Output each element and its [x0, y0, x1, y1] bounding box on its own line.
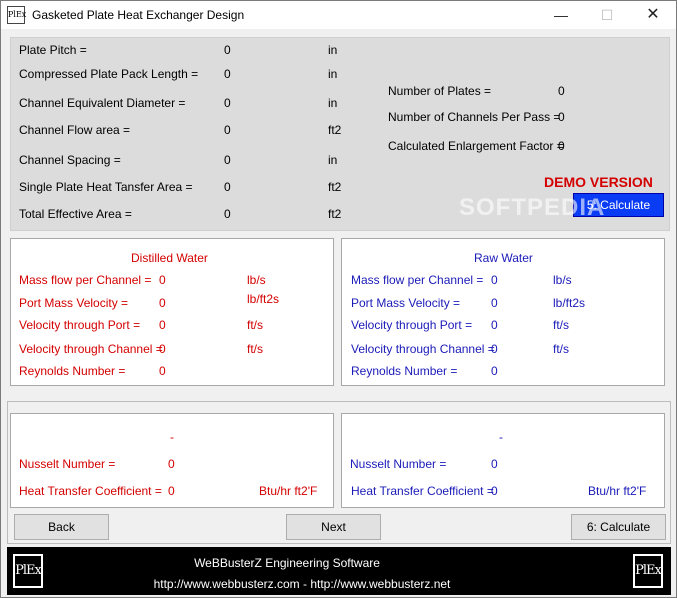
dw-velocity-port-unit: ft/s	[247, 318, 264, 332]
app-window: PlEx Gasketed Plate Heat Exchanger Desig…	[0, 0, 677, 598]
app-logo-icon: PlEx	[7, 6, 26, 24]
equiv-diameter-label: Channel Equivalent Diameter =	[19, 96, 186, 110]
distilled-title: Distilled Water	[131, 251, 208, 265]
raw-title: Raw Water	[474, 251, 533, 265]
plate-pitch-value: 0	[224, 43, 231, 57]
dw-lower-title: -	[170, 430, 174, 444]
rw-reynolds-label: Reynolds Number =	[351, 364, 458, 378]
plate-pitch-unit: in	[328, 43, 338, 57]
rw-velocity-channel-unit: ft/s	[553, 342, 570, 356]
back-button[interactable]: Back	[14, 514, 109, 540]
plate-area-label: Single Plate Heat Tansfer Area =	[19, 180, 193, 194]
rw-port-mass-velocity-value: 0	[491, 296, 498, 310]
rw-nusselt-value: 0	[491, 457, 498, 471]
rw-velocity-port-unit: ft/s	[553, 318, 570, 332]
rw-htc-unit: Btu/hr ft2'F	[588, 484, 647, 498]
num-plates-label: Number of Plates =	[388, 84, 492, 98]
company-name: WeBBusterZ Engineering Software	[194, 556, 380, 570]
channel-spacing-value: 0	[224, 153, 231, 167]
flow-area-label: Channel Flow area =	[19, 123, 131, 137]
rw-velocity-channel-value: 0	[491, 342, 498, 356]
dw-velocity-channel-value: 0	[159, 342, 166, 356]
dw-mass-flow-label: Mass flow per Channel =	[19, 273, 152, 287]
channel-spacing-unit: in	[328, 153, 338, 167]
dw-velocity-port-value: 0	[159, 318, 166, 332]
dw-nusselt-label: Nusselt Number =	[19, 457, 116, 471]
rw-velocity-channel-label: Velocity through Channel =	[351, 342, 495, 356]
rw-port-mass-velocity-unit: lb/ft2s	[553, 296, 586, 310]
rw-mass-flow-label: Mass flow per Channel =	[351, 273, 484, 287]
flow-area-unit: ft2	[328, 123, 342, 137]
rw-port-mass-velocity-label: Port Mass Velocity =	[351, 296, 461, 310]
softpedia-watermark: SOFTPEDIA	[459, 194, 606, 221]
pack-length-label: Compressed Plate Pack Length =	[19, 67, 199, 81]
dw-nusselt-value: 0	[168, 457, 175, 471]
plex-logo-right-icon: PlEx	[633, 554, 663, 588]
dw-htc-value: 0	[168, 484, 175, 498]
enlargement-factor-label: Calculated Enlargement Factor =	[388, 139, 564, 153]
dw-htc-unit: Btu/hr ft2'F	[259, 484, 318, 498]
rw-mass-flow-unit: lb/s	[553, 273, 572, 287]
rw-mass-flow-value: 0	[491, 273, 498, 287]
company-links[interactable]: http://www.webbusterz.com - http://www.w…	[7, 577, 597, 591]
flow-area-value: 0	[224, 123, 231, 137]
close-button[interactable]: ✕	[630, 1, 676, 29]
dw-velocity-channel-label: Velocity through Channel =	[19, 342, 163, 356]
plate-area-unit: ft2	[328, 180, 342, 194]
total-area-unit: ft2	[328, 207, 342, 221]
pack-length-unit: in	[328, 67, 338, 81]
channels-per-pass-value: 0	[558, 110, 565, 124]
rw-lower-title: -	[499, 430, 503, 444]
equiv-diameter-value: 0	[224, 96, 231, 110]
footer-banner: PlEx WeBBusterZ Engineering Software htt…	[7, 547, 671, 595]
channels-per-pass-label: Number of Channels Per Pass =	[388, 110, 561, 124]
pack-length-value: 0	[224, 67, 231, 81]
rw-htc-label: Heat Transfer Coefficient =	[351, 484, 494, 498]
demo-version-label: DEMO VERSION	[544, 174, 653, 190]
title-bar[interactable]: PlEx Gasketed Plate Heat Exchanger Desig…	[1, 1, 676, 29]
total-area-label: Total Effective Area =	[19, 207, 132, 221]
dw-port-mass-velocity-label: Port Mass Velocity =	[19, 296, 129, 310]
rw-velocity-port-value: 0	[491, 318, 498, 332]
calculate-6-button[interactable]: 6: Calculate	[571, 514, 666, 540]
plate-pitch-label: Plate Pitch =	[19, 43, 87, 57]
dw-velocity-channel-unit: ft/s	[247, 342, 264, 356]
dw-htc-label: Heat Transfer Coefficient =	[19, 484, 162, 498]
dw-port-mass-velocity-value: 0	[159, 296, 166, 310]
minimize-button[interactable]: —	[538, 1, 584, 29]
rw-velocity-port-label: Velocity through Port =	[351, 318, 473, 332]
channel-spacing-label: Channel Spacing =	[19, 153, 121, 167]
enlargement-factor-value: 0	[558, 139, 565, 153]
dw-mass-flow-unit: lb/s	[247, 273, 266, 287]
rw-htc-value: 0	[491, 484, 498, 498]
num-plates-value: 0	[558, 84, 565, 98]
rw-reynolds-value: 0	[491, 364, 498, 378]
next-button[interactable]: Next	[286, 514, 381, 540]
dw-reynolds-label: Reynolds Number =	[19, 364, 126, 378]
dw-velocity-port-label: Velocity through Port =	[19, 318, 141, 332]
plate-area-value: 0	[224, 180, 231, 194]
dw-reynolds-value: 0	[159, 364, 166, 378]
maximize-button[interactable]: ☐	[584, 1, 630, 29]
equiv-diameter-unit: in	[328, 96, 338, 110]
dw-mass-flow-value: 0	[159, 273, 166, 287]
dw-port-mass-velocity-unit: lb/ft2s	[247, 292, 280, 306]
rw-nusselt-label: Nusselt Number =	[350, 457, 447, 471]
total-area-value: 0	[224, 207, 231, 221]
window-title: Gasketed Plate Heat Exchanger Design	[32, 8, 245, 22]
